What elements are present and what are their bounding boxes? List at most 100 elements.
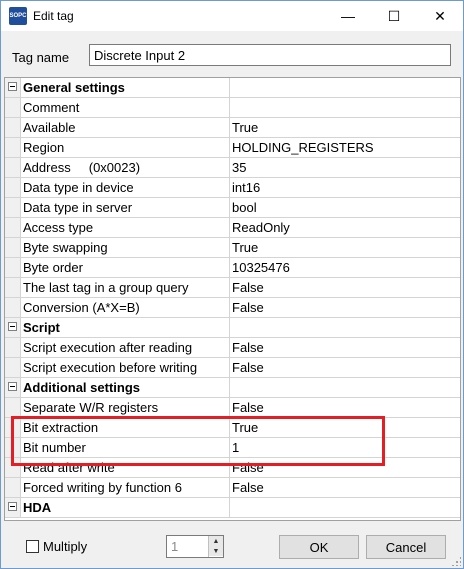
property-grid[interactable]: General settings Comment Available True Regi… [4, 77, 461, 521]
app-icon: SOPC [9, 7, 27, 25]
category-row[interactable]: General settings [5, 78, 460, 98]
cancel-button[interactable]: Cancel [366, 535, 446, 559]
property-row[interactable]: Conversion (A*X=B) False [5, 298, 460, 318]
tag-name-input[interactable]: Discrete Input 2 [89, 44, 451, 66]
property-value [230, 378, 460, 397]
property-row[interactable]: Comment [5, 98, 460, 118]
row-gutter [5, 398, 21, 417]
row-gutter [5, 258, 21, 277]
property-value[interactable] [230, 98, 460, 117]
property-value[interactable]: False [230, 358, 460, 377]
minimize-icon: — [341, 8, 355, 24]
property-value[interactable]: 10325476 [230, 258, 460, 277]
maximize-button[interactable]: ☐ [371, 1, 417, 31]
property-value[interactable]: False [230, 298, 460, 317]
property-value [230, 498, 460, 517]
category-row[interactable]: Additional settings [5, 378, 460, 398]
row-gutter [5, 418, 21, 437]
property-row[interactable]: Available True [5, 118, 460, 138]
property-value[interactable]: 1 [230, 438, 460, 457]
tag-name-label: Tag name [12, 50, 70, 65]
row-gutter [5, 118, 21, 137]
property-value[interactable]: False [230, 458, 460, 477]
row-gutter [5, 298, 21, 317]
ok-button[interactable]: OK [279, 535, 359, 559]
property-row[interactable]: Region HOLDING_REGISTERS [5, 138, 460, 158]
multiply-label[interactable]: Multiply [43, 539, 87, 554]
row-gutter [5, 378, 21, 397]
property-value[interactable]: bool [230, 198, 460, 217]
row-gutter [5, 318, 21, 337]
edit-tag-window: SOPC Edit tag — ☐ ✕ Tag name Discrete In… [0, 0, 464, 569]
close-icon: ✕ [434, 7, 446, 24]
spin-buttons: ▲ ▼ [208, 536, 223, 557]
property-row[interactable]: Bit extraction True [5, 418, 460, 438]
property-value [230, 78, 460, 97]
collapse-icon[interactable] [8, 502, 17, 511]
property-name: Byte order [21, 258, 230, 277]
row-gutter [5, 98, 21, 117]
multiply-checkbox[interactable] [26, 540, 39, 553]
property-row[interactable]: Script execution after reading False [5, 338, 460, 358]
property-name: Access type [21, 218, 230, 237]
property-value[interactable]: True [230, 418, 460, 437]
property-value[interactable]: 35 [230, 158, 460, 177]
property-row[interactable]: Data type in device int16 [5, 178, 460, 198]
property-value[interactable]: True [230, 238, 460, 257]
property-name: Conversion (A*X=B) [21, 298, 230, 317]
category-label: Additional settings [21, 378, 230, 397]
property-value[interactable]: HOLDING_REGISTERS [230, 138, 460, 157]
category-label: General settings [21, 78, 230, 97]
property-row[interactable]: Bit number 1 [5, 438, 460, 458]
maximize-icon: ☐ [387, 7, 401, 24]
property-value[interactable]: False [230, 398, 460, 417]
property-row[interactable]: Data type in server bool [5, 198, 460, 218]
property-name: Separate W/R registers [21, 398, 230, 417]
property-name: Available [21, 118, 230, 137]
property-row[interactable]: Byte swapping True [5, 238, 460, 258]
spin-down-icon[interactable]: ▼ [209, 546, 223, 556]
collapse-icon[interactable] [8, 322, 17, 331]
property-name: Bit number [21, 438, 230, 457]
row-gutter [5, 438, 21, 457]
row-gutter [5, 458, 21, 477]
category-row[interactable]: HDA [5, 498, 460, 518]
property-value[interactable]: False [230, 478, 460, 497]
category-label: HDA [21, 498, 230, 517]
category-row[interactable]: Script [5, 318, 460, 338]
row-gutter [5, 178, 21, 197]
title-bar[interactable]: SOPC Edit tag — ☐ ✕ [1, 1, 463, 31]
multiplier-spinbox[interactable]: 1 ▲ ▼ [166, 535, 224, 558]
property-value[interactable]: True [230, 118, 460, 137]
row-gutter [5, 218, 21, 237]
property-row[interactable]: The last tag in a group query False [5, 278, 460, 298]
property-row[interactable]: Byte order 10325476 [5, 258, 460, 278]
window-title: Edit tag [33, 9, 74, 23]
property-value[interactable]: False [230, 278, 460, 297]
property-value[interactable]: ReadOnly [230, 218, 460, 237]
property-value[interactable]: int16 [230, 178, 460, 197]
row-gutter [5, 278, 21, 297]
collapse-icon[interactable] [8, 82, 17, 91]
property-row[interactable]: Read after write False [5, 458, 460, 478]
property-name: Data type in device [21, 178, 230, 197]
property-name: Comment [21, 98, 230, 117]
row-gutter [5, 498, 21, 517]
property-row[interactable]: Forced writing by function 6 False [5, 478, 460, 498]
collapse-icon[interactable] [8, 382, 17, 391]
row-gutter [5, 158, 21, 177]
property-name: Read after write [21, 458, 230, 477]
property-name: Script execution after reading [21, 338, 230, 357]
property-value [230, 318, 460, 337]
close-button[interactable]: ✕ [417, 1, 463, 31]
property-row[interactable]: Separate W/R registers False [5, 398, 460, 418]
resize-grip-icon[interactable] [451, 556, 461, 566]
property-row[interactable]: Script execution before writing False [5, 358, 460, 378]
property-row[interactable]: Access type ReadOnly [5, 218, 460, 238]
row-gutter [5, 358, 21, 377]
minimize-button[interactable]: — [325, 1, 371, 31]
property-name: Byte swapping [21, 238, 230, 257]
property-row[interactable]: Address (0x0023) 35 [5, 158, 460, 178]
property-value[interactable]: False [230, 338, 460, 357]
row-gutter [5, 138, 21, 157]
